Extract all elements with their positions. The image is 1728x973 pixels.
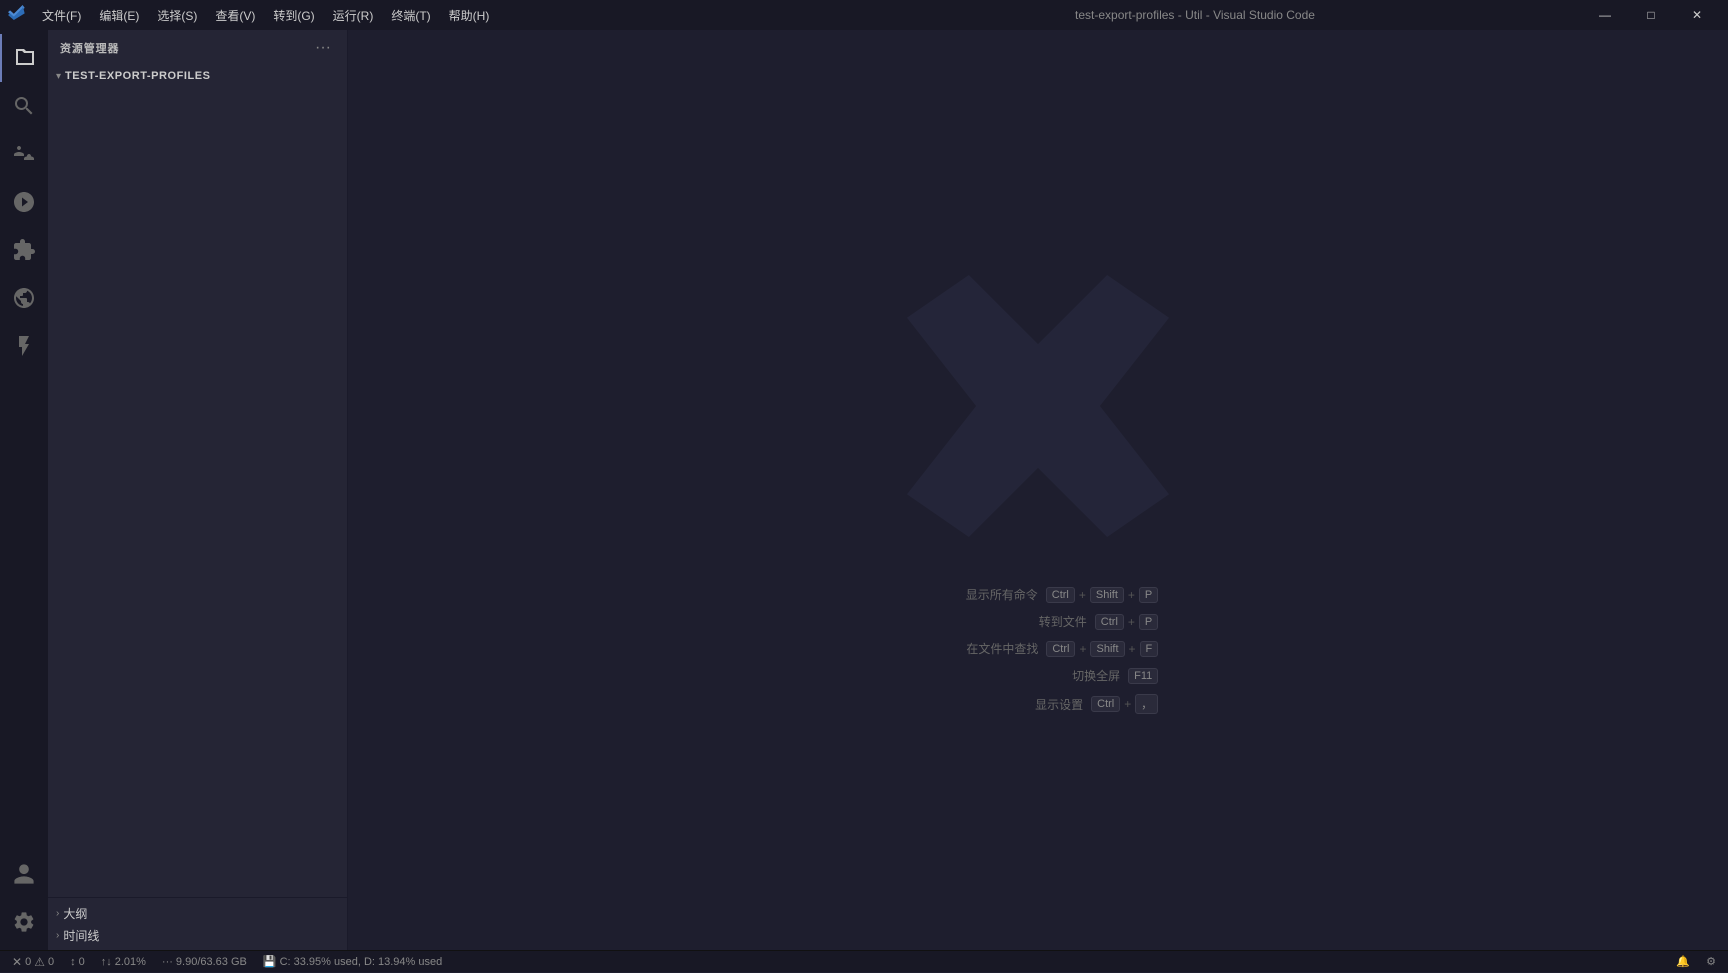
activity-extensions[interactable]: [0, 226, 48, 274]
shortcut-all-commands: 显示所有命令 Ctrl + Shift + P: [918, 586, 1159, 603]
shortcut-all-commands-label: 显示所有命令: [918, 586, 1038, 603]
status-warnings-count: 0: [48, 956, 54, 968]
timeline-label: 时间线: [63, 927, 99, 944]
activity-source-control[interactable]: [0, 130, 48, 178]
gear-icon: ⚙: [1706, 955, 1716, 968]
sync-icon: ↕: [70, 956, 76, 968]
kbd-ctrl-3: Ctrl: [1046, 641, 1075, 657]
shortcut-show-settings-keys: Ctrl + ，: [1091, 694, 1158, 714]
menu-edit[interactable]: 编辑(E): [91, 5, 147, 26]
explorer-section-label: TEST-EXPORT-PROFILES: [65, 70, 210, 82]
kbd-comma: ，: [1135, 694, 1158, 714]
activity-lightning[interactable]: [0, 322, 48, 370]
shortcut-goto-file: 转到文件 Ctrl + P: [967, 613, 1158, 630]
status-disk[interactable]: 💾 C: 33.95% used, D: 13.94% used: [259, 951, 446, 973]
menu-file[interactable]: 文件(F): [34, 5, 89, 26]
chevron-right-icon: ›: [56, 908, 59, 919]
menu-help[interactable]: 帮助(H): [441, 5, 498, 26]
outline-section[interactable]: › 大纲: [48, 902, 347, 924]
timeline-section[interactable]: › 时间线: [48, 924, 347, 946]
status-errors-count: 0: [25, 956, 31, 968]
sidebar-title-label: 资源管理器: [60, 40, 119, 56]
main-layout: 资源管理器 ··· ▾ TEST-EXPORT-PROFILES › 大纲 › …: [0, 30, 1728, 950]
vscode-watermark-icon: [898, 266, 1178, 546]
shortcut-find-in-files: 在文件中查找 Ctrl + Shift + F: [918, 640, 1158, 657]
kbd-p-2: P: [1139, 614, 1158, 630]
minimize-button[interactable]: —: [1582, 0, 1628, 30]
activity-settings[interactable]: [0, 898, 48, 946]
kbd-p-1: P: [1139, 587, 1158, 603]
shortcut-goto-file-label: 转到文件: [967, 613, 1087, 630]
status-memory-value: 9.90/63.63 GB: [176, 956, 247, 968]
shortcut-find-in-files-label: 在文件中查找: [918, 640, 1038, 657]
close-button[interactable]: ✕: [1674, 0, 1720, 30]
menu-view[interactable]: 查看(V): [207, 5, 263, 26]
kbd-ctrl-5: Ctrl: [1091, 696, 1120, 712]
status-cpu[interactable]: ↑↓ 2.01%: [97, 951, 150, 973]
sidebar-footer: › 大纲 › 时间线: [48, 897, 347, 950]
menu-goto[interactable]: 转到(G): [265, 5, 322, 26]
shortcut-show-settings: 显示设置 Ctrl + ，: [963, 694, 1158, 714]
activity-explorer[interactable]: [0, 34, 48, 82]
status-memory[interactable]: ··· 9.90/63.63 GB: [158, 951, 251, 973]
bell-icon: 🔔: [1676, 955, 1690, 968]
menu-terminal[interactable]: 终端(T): [383, 5, 438, 26]
shortcut-show-settings-label: 显示设置: [963, 696, 1083, 713]
chevron-down-icon: ▾: [56, 71, 61, 82]
status-manage[interactable]: ⚙: [1702, 951, 1720, 973]
activity-run-debug[interactable]: [0, 178, 48, 226]
sidebar-header-actions: ···: [311, 37, 335, 59]
cpu-icon: ↑↓: [101, 956, 112, 968]
status-sync-count: 0: [79, 956, 85, 968]
activity-account[interactable]: [0, 850, 48, 898]
kbd-ctrl-1: Ctrl: [1046, 587, 1075, 603]
activity-bar-bottom: [0, 850, 48, 946]
shortcut-toggle-fullscreen-keys: F11: [1128, 668, 1158, 684]
activity-bar: [0, 30, 48, 950]
kbd-shift-3: Shift: [1090, 641, 1124, 657]
explorer-section[interactable]: ▾ TEST-EXPORT-PROFILES: [48, 65, 347, 87]
shortcuts-panel: 显示所有命令 Ctrl + Shift + P 转到文件 Ctrl + P: [918, 586, 1159, 714]
activity-search[interactable]: [0, 82, 48, 130]
error-icon: ✕: [12, 955, 22, 969]
status-bar: ✕ 0 ⚠ 0 ↕ 0 ↑↓ 2.01% ··· 9.90/63.63 GB 💾…: [0, 950, 1728, 972]
sidebar: 资源管理器 ··· ▾ TEST-EXPORT-PROFILES › 大纲 › …: [48, 30, 348, 950]
shortcut-toggle-fullscreen-label: 切换全屏: [1000, 667, 1120, 684]
status-errors[interactable]: ✕ 0 ⚠ 0: [8, 951, 58, 973]
title-bar: 文件(F) 编辑(E) 选择(S) 查看(V) 转到(G) 运行(R) 终端(T…: [0, 0, 1728, 30]
kbd-shift-1: Shift: [1090, 587, 1124, 603]
menu-run[interactable]: 运行(R): [325, 5, 382, 26]
activity-remote[interactable]: [0, 274, 48, 322]
memory-icon: ···: [162, 956, 173, 968]
menu-bar: 文件(F) 编辑(E) 选择(S) 查看(V) 转到(G) 运行(R) 终端(T…: [34, 5, 808, 26]
maximize-button[interactable]: □: [1628, 0, 1674, 30]
kbd-f-3: F: [1140, 641, 1159, 657]
bottom-sections: › 大纲 › 时间线: [48, 897, 347, 950]
shortcut-goto-file-keys: Ctrl + P: [1095, 614, 1158, 630]
menu-select[interactable]: 选择(S): [149, 5, 205, 26]
shortcut-all-commands-keys: Ctrl + Shift + P: [1046, 587, 1159, 603]
disk-icon: 💾: [263, 955, 277, 968]
status-cpu-value: 2.01%: [115, 956, 146, 968]
window-title: test-export-profiles - Util - Visual Stu…: [808, 8, 1582, 22]
kbd-f11: F11: [1128, 668, 1158, 684]
status-sync[interactable]: ↕ 0: [66, 951, 89, 973]
status-notifications[interactable]: 🔔: [1672, 951, 1694, 973]
sidebar-header: 资源管理器 ···: [48, 30, 347, 65]
window-controls: — □ ✕: [1582, 0, 1720, 30]
editor-area: 显示所有命令 Ctrl + Shift + P 转到文件 Ctrl + P: [348, 30, 1728, 950]
vscode-logo-icon: [8, 5, 28, 25]
chevron-right-icon-2: ›: [56, 930, 59, 941]
status-disk-value: C: 33.95% used, D: 13.94% used: [280, 956, 443, 968]
sidebar-more-button[interactable]: ···: [311, 37, 335, 59]
sidebar-content: [48, 87, 347, 897]
outline-label: 大纲: [63, 905, 87, 922]
kbd-ctrl-2: Ctrl: [1095, 614, 1124, 630]
shortcut-find-in-files-keys: Ctrl + Shift + F: [1046, 641, 1158, 657]
shortcut-toggle-fullscreen: 切换全屏 F11: [1000, 667, 1158, 684]
warning-icon: ⚠: [34, 955, 45, 969]
